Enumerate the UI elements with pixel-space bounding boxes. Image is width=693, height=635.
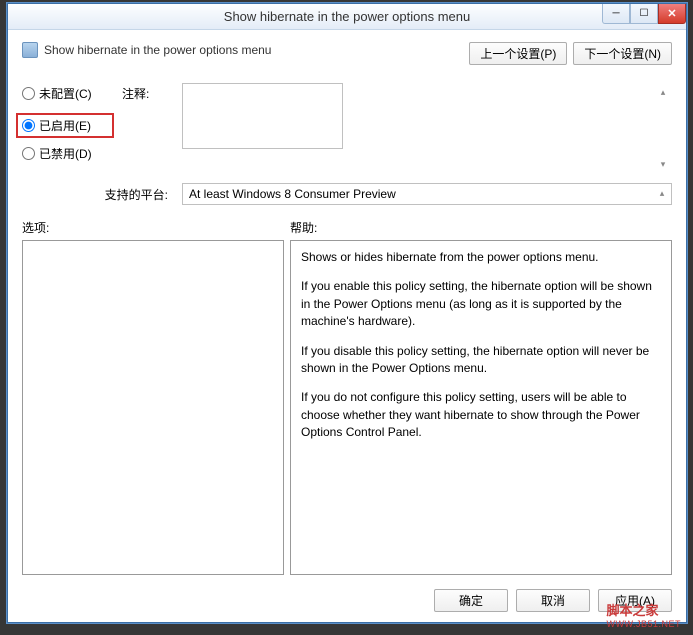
help-paragraph: Shows or hides hibernate from the power … xyxy=(301,249,661,266)
radio-enabled[interactable]: 已启用(E) xyxy=(16,113,114,138)
prev-setting-button[interactable]: 上一个设置(P) xyxy=(469,42,567,65)
close-button[interactable]: ✕ xyxy=(658,4,686,24)
titlebar: Show hibernate in the power options menu… xyxy=(8,4,686,30)
next-setting-button[interactable]: 下一个设置(N) xyxy=(573,42,672,65)
dialog-content: Show hibernate in the power options menu… xyxy=(8,30,686,622)
window-controls: ─ ☐ ✕ xyxy=(602,4,686,24)
scroll-up-icon[interactable]: ▴ xyxy=(656,85,670,99)
watermark-main: 脚本之家 xyxy=(606,603,658,618)
options-label: 选项: xyxy=(22,219,290,236)
radio-disabled-label[interactable]: 已禁用(D) xyxy=(39,145,92,162)
radio-not-configured-label[interactable]: 未配置(C) xyxy=(39,85,92,102)
panels-row: Shows or hides hibernate from the power … xyxy=(22,240,672,575)
radio-disabled-input[interactable] xyxy=(22,147,35,160)
scroll-up-icon[interactable]: ▴ xyxy=(655,186,669,200)
radio-column: 未配置(C) 已启用(E) 已禁用(D) xyxy=(22,83,108,173)
options-panel xyxy=(22,240,284,575)
comment-wrap: ▴ ▾ xyxy=(182,83,672,173)
policy-title: Show hibernate in the power options menu xyxy=(44,43,271,57)
comment-textarea[interactable] xyxy=(182,83,343,149)
comment-label: 注释: xyxy=(122,83,168,173)
titlebar-title: Show hibernate in the power options menu xyxy=(8,9,686,24)
radio-enabled-label[interactable]: 已启用(E) xyxy=(39,117,91,134)
radio-not-configured-input[interactable] xyxy=(22,87,35,100)
footer-row: 确定 取消 应用(A) xyxy=(22,585,672,612)
platform-label: 支持的平台: xyxy=(22,186,168,203)
header-left: Show hibernate in the power options menu xyxy=(22,42,271,58)
ok-button[interactable]: 确定 xyxy=(434,589,508,612)
watermark-sub: WWW.JB51.NET xyxy=(606,619,681,629)
radio-enabled-input[interactable] xyxy=(22,119,35,132)
help-paragraph: If you disable this policy setting, the … xyxy=(301,343,661,378)
nav-buttons: 上一个设置(P) 下一个设置(N) xyxy=(469,42,672,65)
cancel-button[interactable]: 取消 xyxy=(516,589,590,612)
minimize-button[interactable]: ─ xyxy=(602,4,630,24)
help-paragraph: If you enable this policy setting, the h… xyxy=(301,278,661,330)
platform-value: At least Windows 8 Consumer Preview xyxy=(189,187,396,201)
scroll-down-icon[interactable]: ▾ xyxy=(656,157,670,171)
policy-icon xyxy=(22,42,38,58)
radio-not-configured[interactable]: 未配置(C) xyxy=(22,85,108,102)
platform-row: 支持的平台: At least Windows 8 Consumer Previ… xyxy=(22,183,672,205)
radio-disabled[interactable]: 已禁用(D) xyxy=(22,145,108,162)
header-row: Show hibernate in the power options menu… xyxy=(22,42,672,65)
help-panel: Shows or hides hibernate from the power … xyxy=(290,240,672,575)
help-label: 帮助: xyxy=(290,219,317,236)
dialog-window: Show hibernate in the power options menu… xyxy=(7,3,687,623)
platform-value-box: At least Windows 8 Consumer Preview ▴ xyxy=(182,183,672,205)
watermark: 脚本之家 WWW.JB51.NET xyxy=(606,600,681,629)
maximize-button[interactable]: ☐ xyxy=(630,4,658,24)
config-row: 未配置(C) 已启用(E) 已禁用(D) 注释: ▴ ▾ xyxy=(22,83,672,173)
help-paragraph: If you do not configure this policy sett… xyxy=(301,389,661,441)
panel-labels-row: 选项: 帮助: xyxy=(22,219,672,236)
